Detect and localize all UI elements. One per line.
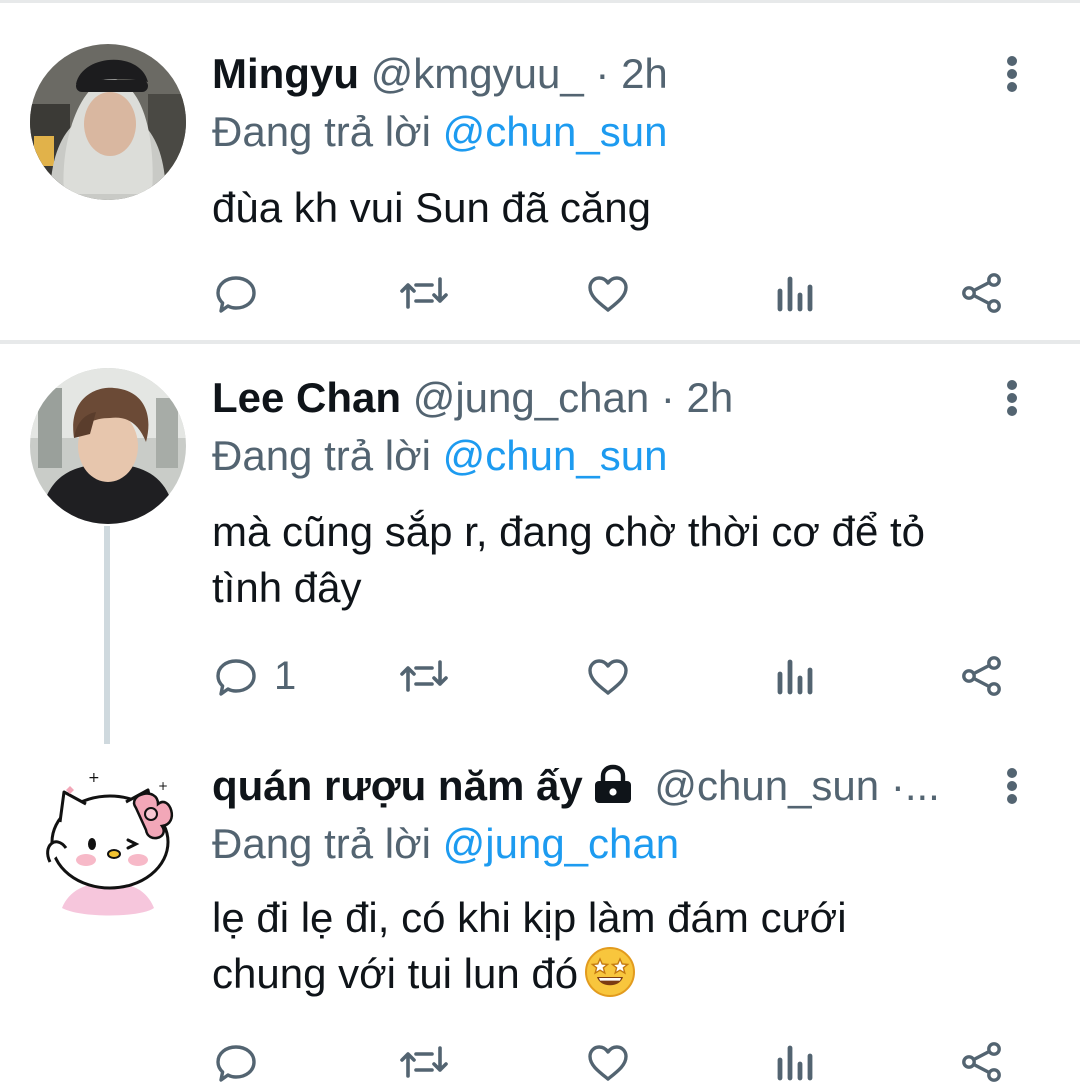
tweet-header: quán rượu năm ấy @chun_sun ·... — [212, 756, 990, 816]
display-name[interactable]: Lee Chan — [212, 374, 401, 421]
views-button[interactable] — [774, 263, 818, 323]
tweet[interactable]: Mingyu @kmgyuu_ · 2h Đang trả lời @chun_… — [0, 0, 1080, 340]
bar-chart-icon — [777, 659, 813, 695]
mention-link[interactable]: @jung_chan — [443, 820, 679, 867]
tweet-text-line: chung với tui lun đó — [212, 946, 1032, 1012]
user-handle[interactable]: @jung_chan — [413, 374, 649, 421]
heart-icon — [588, 659, 628, 695]
tweet-actions — [212, 263, 1012, 323]
heart-icon — [588, 276, 628, 312]
tweet-actions: 1 — [212, 646, 1012, 706]
reply-button[interactable] — [212, 263, 274, 323]
tweet-header: Lee Chan @jung_chan · 2h — [212, 368, 990, 428]
replying-to: Đang trả lời @chun_sun — [212, 102, 667, 162]
star-struck-emoji-icon — [584, 946, 636, 1012]
replying-to: Đang trả lời @jung_chan — [212, 814, 679, 874]
mention-link[interactable]: @chun_sun — [443, 432, 668, 479]
lock-icon — [591, 760, 635, 816]
retweet-button[interactable] — [398, 1032, 450, 1092]
reply-icon — [216, 276, 256, 313]
more-vertical-icon[interactable] — [992, 756, 1032, 816]
tweet[interactable]: Lee Chan @jung_chan · 2h Đang trả lời @c… — [0, 344, 1080, 744]
heart-icon — [588, 1045, 628, 1081]
retweet-icon — [400, 1046, 448, 1078]
replying-prefix: Đang trả lời — [212, 432, 431, 479]
bar-chart-icon — [777, 276, 813, 312]
share-icon — [962, 273, 1001, 313]
share-icon — [962, 656, 1001, 696]
separator-dot: · — [595, 50, 610, 97]
bar-chart-icon — [777, 1045, 813, 1081]
views-button[interactable] — [774, 646, 818, 706]
svg-text:+: + — [158, 779, 168, 793]
like-button[interactable] — [584, 646, 632, 706]
tweet[interactable]: + + quán rượu năm ấy @chun_sun ·... Đang… — [0, 744, 1080, 1091]
timestamp[interactable]: 2h — [621, 50, 668, 97]
retweet-icon — [400, 277, 448, 309]
reply-button[interactable]: 1 — [212, 646, 296, 706]
timestamp[interactable]: 2h — [687, 374, 734, 421]
tweet-header: Mingyu @kmgyuu_ · 2h — [212, 44, 990, 104]
mention-link[interactable]: @chun_sun — [443, 108, 668, 155]
retweet-button[interactable] — [398, 646, 450, 706]
reply-button[interactable] — [212, 1032, 274, 1092]
tweet-text: mà cũng sắp r, đang chờ thời cơ để tỏ tì… — [212, 504, 1032, 616]
tweet-text: đùa kh vui Sun đã căng — [212, 184, 651, 231]
reply-count: 1 — [274, 653, 297, 698]
thread-line — [104, 526, 110, 744]
more-vertical-icon[interactable] — [992, 368, 1032, 428]
tweet-text-line: lẹ đi lẹ đi, có khi kịp làm đám cưới — [212, 894, 847, 941]
replying-to: Đang trả lời @chun_sun — [212, 426, 667, 486]
share-icon — [962, 1042, 1001, 1082]
avatar[interactable]: + + — [30, 764, 186, 920]
avatar[interactable] — [30, 44, 186, 200]
tweet-text-line: mà cũng sắp r, đang chờ thời cơ để tỏ — [212, 508, 926, 555]
svg-text:+: + — [88, 770, 100, 786]
retweet-icon — [400, 660, 448, 692]
tweet-text-line-content: chung với tui lun đó — [212, 950, 579, 997]
reply-icon — [216, 659, 256, 696]
share-button[interactable] — [958, 263, 1006, 323]
share-button[interactable] — [958, 1032, 1006, 1092]
replying-prefix: Đang trả lời — [212, 108, 431, 155]
more-vertical-icon[interactable] — [992, 44, 1032, 104]
user-handle[interactable]: @chun_sun — [654, 762, 879, 809]
share-button[interactable] — [958, 646, 1006, 706]
replying-prefix: Đang trả lời — [212, 820, 431, 867]
tweet-text: lẹ đi lẹ đi, có khi kịp làm đám cưới chu… — [212, 890, 1032, 1012]
tweet-text-line: tình đây — [212, 564, 362, 611]
avatar[interactable] — [30, 368, 186, 524]
reply-icon — [216, 1045, 256, 1082]
display-name[interactable]: Mingyu — [212, 50, 359, 97]
timestamp-truncated: ·... — [890, 762, 940, 809]
retweet-button[interactable] — [398, 263, 450, 323]
user-handle[interactable]: @kmgyuu_ — [371, 50, 584, 97]
tweet-actions — [212, 1032, 1012, 1092]
separator-dot: · — [660, 374, 675, 421]
like-button[interactable] — [584, 1032, 632, 1092]
views-button[interactable] — [774, 1032, 818, 1092]
like-button[interactable] — [584, 263, 632, 323]
display-name[interactable]: quán rượu năm ấy — [212, 762, 583, 809]
